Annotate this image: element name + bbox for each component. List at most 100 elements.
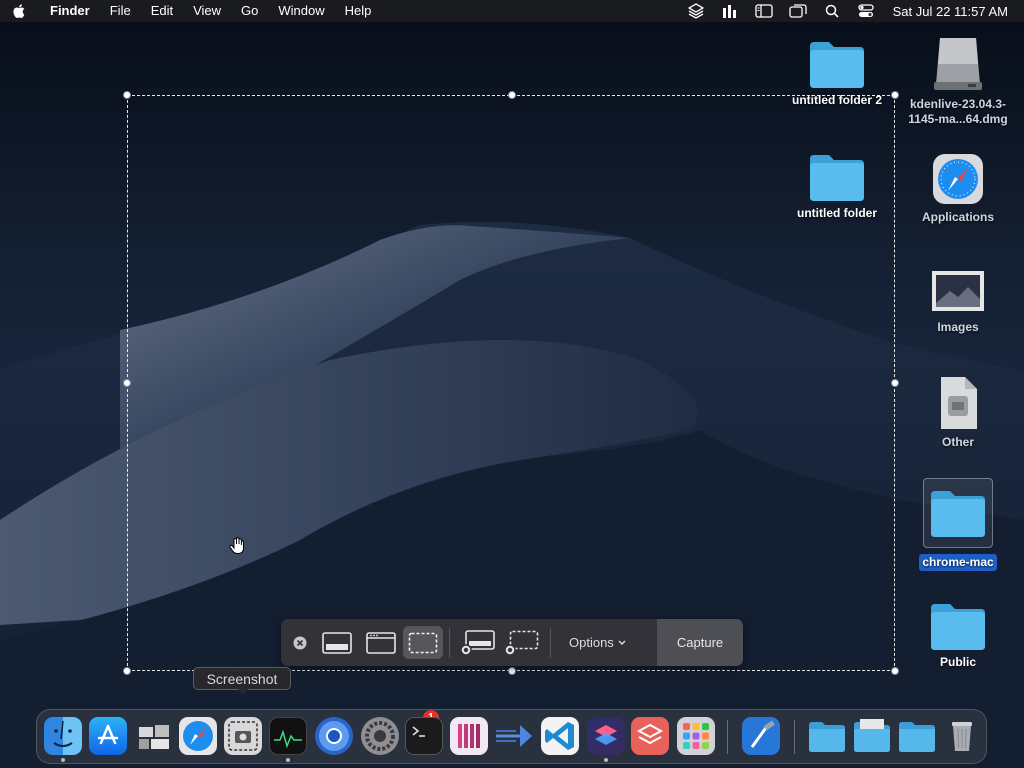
- desktop: Finder File Edit View Go Window Help Sat…: [0, 0, 1024, 768]
- selection-highlight: [923, 478, 993, 548]
- menu-app-finder[interactable]: Finder: [40, 0, 100, 22]
- menu-go[interactable]: Go: [231, 0, 268, 22]
- menu-view[interactable]: View: [183, 0, 231, 22]
- xcode-icon: [750, 720, 775, 748]
- disk-image-icon: [934, 38, 982, 90]
- resize-handle-bottom-left[interactable]: [123, 667, 131, 675]
- resize-handle-top-right[interactable]: [891, 91, 899, 99]
- toolbar-divider: [550, 627, 551, 658]
- folder-icon: [809, 722, 845, 752]
- record-selection-icon: [504, 630, 539, 656]
- resize-handle-top[interactable]: [508, 91, 516, 99]
- gear-icon: [365, 721, 395, 751]
- desktop-icon-other[interactable]: Other: [902, 374, 1014, 450]
- dock-instruments[interactable]: [494, 717, 532, 755]
- dock-shortcuts[interactable]: [587, 717, 625, 755]
- folder-icon: [931, 604, 985, 650]
- desktop-icon-label: Images: [937, 320, 979, 334]
- capture-window-icon: [366, 631, 396, 654]
- shortcuts-icon: [595, 725, 617, 745]
- folder-icon: [899, 722, 935, 752]
- menu-edit[interactable]: Edit: [141, 0, 183, 22]
- desktop-icon-label: Applications: [921, 210, 994, 224]
- dock-app-store[interactable]: [89, 717, 127, 755]
- capture-selection-button[interactable]: [403, 626, 443, 659]
- dock-terminal[interactable]: [405, 717, 443, 755]
- record-entire-screen-button[interactable]: [456, 626, 500, 659]
- resize-handle-bottom-right[interactable]: [891, 667, 899, 675]
- toolbar-divider: [449, 627, 450, 658]
- close-toolbar-button[interactable]: [285, 626, 315, 659]
- dock-slack[interactable]: [450, 717, 488, 755]
- dock-downloads-folder[interactable]: [807, 717, 845, 755]
- control-center-icon[interactable]: [854, 0, 878, 22]
- chromium-icon: [319, 721, 349, 751]
- capture-entire-screen-icon: [322, 631, 352, 654]
- folder-icon: [854, 719, 890, 752]
- stats-icon[interactable]: [718, 0, 742, 22]
- dock-chromium[interactable]: [315, 717, 353, 755]
- folder-icon: [810, 42, 864, 88]
- apple-menu-icon[interactable]: [0, 3, 40, 19]
- finder-icon: [53, 720, 73, 747]
- hand-cursor-icon: [229, 537, 244, 554]
- dock-trash[interactable]: [943, 717, 981, 755]
- activity-monitor-icon: [274, 729, 302, 749]
- terminal-icon: [412, 726, 425, 737]
- windows-icon[interactable]: [786, 0, 810, 22]
- dock-applications-folder[interactable]: [897, 717, 935, 755]
- dock-safari[interactable]: [179, 717, 217, 755]
- desktop-icon-public[interactable]: Public: [902, 600, 1014, 670]
- vscode-icon: [545, 722, 574, 750]
- capture-entire-screen-button[interactable]: [315, 626, 359, 659]
- dock-system-settings[interactable]: [361, 717, 399, 755]
- search-icon[interactable]: [820, 0, 844, 22]
- dock-xcode[interactable]: [742, 717, 780, 755]
- desktop-icon-applications[interactable]: Applications: [902, 151, 1014, 225]
- capture-button[interactable]: Capture: [657, 619, 743, 666]
- record-selection-button[interactable]: [500, 626, 544, 659]
- running-indicator: [604, 758, 608, 762]
- close-icon: [293, 636, 307, 649]
- resize-handle-top-left[interactable]: [123, 91, 131, 99]
- sidebar-icon[interactable]: [752, 0, 776, 22]
- menu-help[interactable]: Help: [335, 0, 382, 22]
- screenshot-app-icon: [228, 721, 258, 751]
- slack-icon: [458, 724, 480, 748]
- desktop-icon-label: Public: [939, 655, 976, 669]
- menu-clock[interactable]: Sat Jul 22 11:57 AM: [893, 4, 1008, 19]
- folder-icon: [931, 491, 985, 537]
- options-menu[interactable]: Options: [557, 619, 639, 666]
- image-icon: [932, 271, 984, 311]
- launchpad-icon: [683, 723, 709, 749]
- dock-documents-folder[interactable]: [852, 717, 890, 755]
- dock-activity-monitor[interactable]: [269, 717, 307, 755]
- chevron-down-icon: [618, 640, 626, 645]
- menu-window[interactable]: Window: [268, 0, 334, 22]
- document-icon: [941, 377, 977, 429]
- resize-handle-right[interactable]: [891, 379, 899, 387]
- dock-mission-control[interactable]: [135, 717, 173, 755]
- safari-app-icon: [933, 154, 983, 204]
- dock-finder[interactable]: [44, 717, 82, 755]
- dock-screenshot[interactable]: [224, 717, 262, 755]
- screenshot-toolbar: Options Capture: [281, 619, 743, 666]
- desktop-icon-kdenlive-dmg[interactable]: kdenlive-23.04.3-1145-ma...64.dmg: [902, 34, 1014, 127]
- desktop-icon-images[interactable]: Images: [902, 265, 1014, 335]
- menu-file[interactable]: File: [100, 0, 141, 22]
- capture-window-button[interactable]: [359, 626, 403, 659]
- dock-vscode[interactable]: [541, 717, 579, 755]
- capture-selection-rect[interactable]: [123, 91, 899, 675]
- dock-stack[interactable]: [631, 717, 669, 755]
- layers-icon[interactable]: [684, 0, 708, 22]
- dock-divider: [794, 720, 795, 754]
- resize-handle-left[interactable]: [123, 379, 131, 387]
- resize-handle-bottom[interactable]: [508, 667, 516, 675]
- desktop-icon-label: kdenlive-23.04.3-1145-ma...64.dmg: [908, 97, 1008, 126]
- app-store-icon: [97, 724, 119, 745]
- safari-icon: [183, 721, 213, 751]
- dock-launchpad[interactable]: [677, 717, 715, 755]
- capture-selection-icon: [408, 632, 438, 653]
- trash-icon: [952, 722, 972, 751]
- desktop-icon-chrome-mac[interactable]: chrome-mac: [902, 478, 1014, 571]
